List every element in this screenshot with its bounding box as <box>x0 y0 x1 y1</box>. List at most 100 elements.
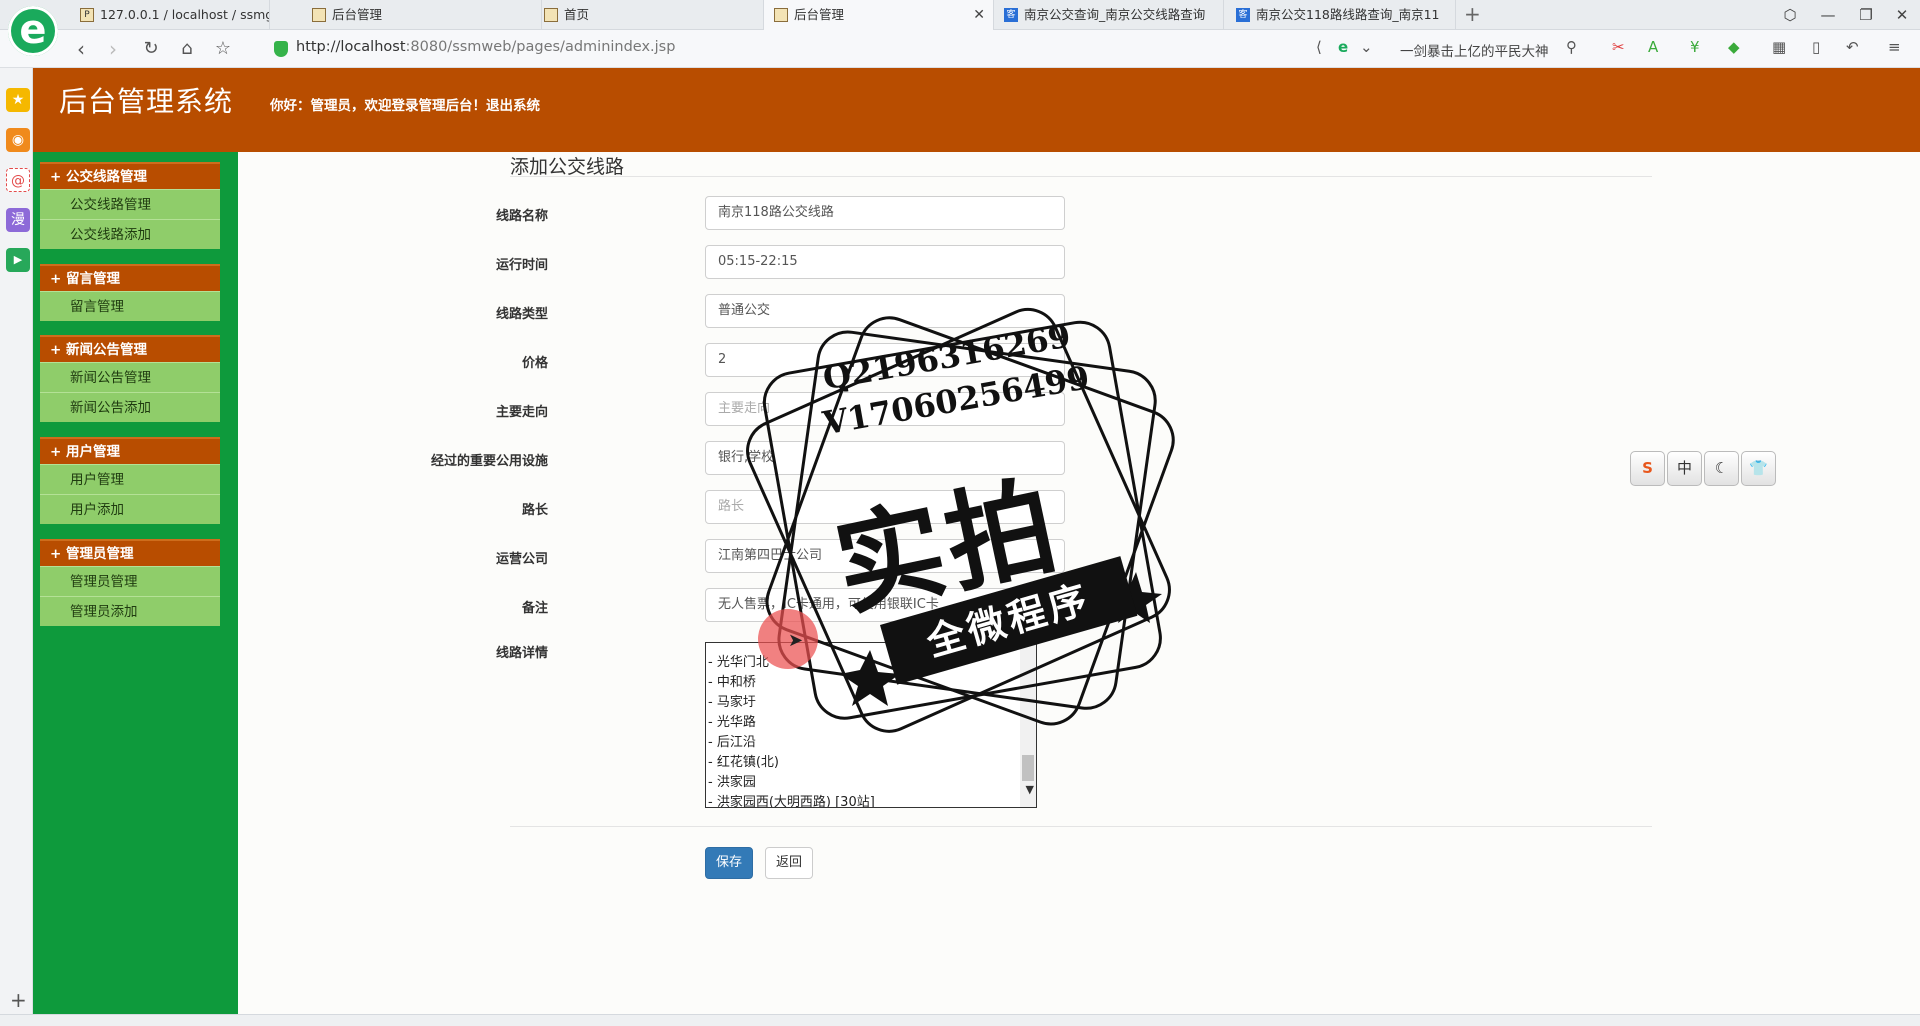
bus-icon: 客 <box>1236 8 1250 22</box>
admin-sidebar: + 公交线路管理 公交线路管理 公交线路添加 + 留言管理 留言管理 + 新闻公… <box>33 152 238 1014</box>
line-detail-textarea[interactable]: - 光华门北 - 中和桥 - 马家圩 - 光华路 - 后江沿 - 红花镇(北) … <box>705 642 1037 808</box>
refresh-icon[interactable]: ↻ <box>138 36 164 62</box>
sidebar-item[interactable]: 管理员添加 <box>40 596 220 626</box>
scrollbar[interactable]: ▼ <box>1020 643 1036 807</box>
weibo-icon[interactable]: ◉ <box>6 128 30 152</box>
ime-toolbar: S 中 ☾ 👕 <box>1630 451 1776 487</box>
menu-group-news: + 新闻公告管理 新闻公告管理 新闻公告添加 <box>40 335 220 422</box>
field-label: 路长 <box>521 503 548 518</box>
comic-icon[interactable]: 漫 <box>6 208 30 232</box>
sidebar-item[interactable]: 管理员管理 <box>40 566 220 596</box>
moon-icon[interactable]: ☾ <box>1704 451 1739 486</box>
field-label: 备注 <box>521 601 548 616</box>
back-button[interactable]: 返回 <box>765 847 814 879</box>
engine-icon[interactable]: e <box>1338 38 1348 56</box>
star-icon[interactable]: ☆ <box>210 36 236 62</box>
page-icon <box>544 8 558 22</box>
form-row: 运行时间 05:15-22:15 <box>238 245 1438 279</box>
sidebar-item[interactable]: 新闻公告管理 <box>40 362 220 392</box>
field-label: 线路类型 <box>495 307 548 322</box>
undo-icon[interactable]: ↶ <box>1846 38 1859 56</box>
field-label: 运营公司 <box>495 552 548 567</box>
new-tab-icon[interactable]: + <box>1464 0 1481 30</box>
detail-line: - 中和桥 <box>708 675 756 690</box>
sidebar-item[interactable]: 新闻公告添加 <box>40 392 220 422</box>
save-button[interactable]: 保存 <box>705 847 754 879</box>
page-icon <box>774 8 788 22</box>
sogou-icon[interactable]: S <box>1630 451 1665 486</box>
search-hint[interactable]: 一剑暴击上亿的平民大神 <box>1400 40 1549 60</box>
browser-tab[interactable]: 客 南京公交118路线路查询_南京11 <box>1226 0 1456 30</box>
menu-group-bus-lines: + 公交线路管理 公交线路管理 公交线路添加 <box>40 162 220 249</box>
form-row: 线路类型 普通公交 <box>238 294 1438 328</box>
chinese-mode-icon[interactable]: 中 <box>1667 451 1702 486</box>
page-title: 后台管理系统 <box>59 85 234 118</box>
browser-tab-bar: P 127.0.0.1 / localhost / ssmgon 后台管理 首页… <box>0 0 1920 30</box>
detail-line: - 红花镇(北) <box>708 755 779 770</box>
video-icon[interactable]: ▶ <box>6 248 30 272</box>
welcome-text[interactable]: 你好：管理员，欢迎登录管理后台！退出系统 <box>270 94 540 114</box>
mouse-cursor-icon: ➤ <box>788 630 804 651</box>
chevron-down-icon[interactable]: ▼ <box>1026 783 1034 796</box>
browser-tab[interactable]: 首页 <box>534 0 764 30</box>
detail-line: - 洪家园西(大明西路) [30站] <box>708 795 875 808</box>
sidebar-item[interactable]: 留言管理 <box>40 291 220 321</box>
close-window-icon[interactable]: ✕ <box>1882 0 1920 30</box>
field-label: 经过的重要公用设施 <box>430 454 548 469</box>
address-bar: ‹ › ↻ ⌂ ☆ http://localhost:8080/ssmweb/p… <box>0 30 1920 68</box>
share-icon[interactable]: ⟨ <box>1316 38 1322 56</box>
browser-tab[interactable]: 后台管理 <box>302 0 542 30</box>
favorites-star-icon[interactable]: ★ <box>6 88 30 112</box>
skin-icon[interactable]: 👕 <box>1741 451 1776 486</box>
menu-group-users: + 用户管理 用户管理 用户添加 <box>40 437 220 524</box>
close-icon[interactable]: ✕ <box>973 0 985 30</box>
sidebar-item[interactable]: 用户管理 <box>40 464 220 494</box>
form-title: 添加公交线路 <box>510 156 625 178</box>
status-bar <box>0 1014 1920 1026</box>
detail-line: - 后江沿 <box>708 735 756 750</box>
back-icon[interactable]: ‹ <box>68 36 94 62</box>
gamepad-icon[interactable]: ◆ <box>1728 38 1740 56</box>
field-label: 线路名称 <box>495 209 548 224</box>
apps-icon[interactable]: ▦ <box>1772 38 1786 56</box>
scrollbar-thumb[interactable] <box>1022 755 1034 781</box>
tablet-icon[interactable]: ▯ <box>1812 38 1820 56</box>
shirt-icon[interactable]: ⬡ <box>1770 0 1810 30</box>
menu-head[interactable]: + 公交线路管理 <box>40 162 220 189</box>
page-icon <box>312 8 326 22</box>
detail-line: - 洪家园 <box>708 775 756 790</box>
menu-group-admins: + 管理员管理 管理员管理 管理员添加 <box>40 539 220 626</box>
menu-icon[interactable]: ≡ <box>1888 38 1901 56</box>
mail-icon[interactable]: @ <box>6 168 30 192</box>
browser-tab-active[interactable]: 后台管理 ✕ <box>764 0 994 30</box>
line-type-input[interactable]: 普通公交 <box>705 294 1065 328</box>
add-panel-icon[interactable]: + <box>10 988 27 1012</box>
field-label: 线路详情 <box>495 646 548 661</box>
sidebar-item[interactable]: 公交线路管理 <box>40 189 220 219</box>
page-header: 后台管理系统 你好：管理员，欢迎登录管理后台！退出系统 <box>33 68 1920 152</box>
yen-shield-icon[interactable]: ¥ <box>1690 38 1700 56</box>
browser-logo-icon: e <box>8 6 58 56</box>
minimize-icon[interactable]: — <box>1808 0 1848 30</box>
menu-head[interactable]: + 留言管理 <box>40 264 220 291</box>
menu-head[interactable]: + 用户管理 <box>40 437 220 464</box>
bus-icon: 客 <box>1004 8 1018 22</box>
chevron-down-icon[interactable]: ⌄ <box>1360 38 1373 56</box>
restore-icon[interactable]: ❐ <box>1846 0 1886 30</box>
translate-icon[interactable]: A <box>1648 38 1658 56</box>
url-input[interactable]: http://localhost:8080/ssmweb/pages/admin… <box>296 39 675 55</box>
menu-head[interactable]: + 管理员管理 <box>40 539 220 566</box>
divider <box>510 826 1652 827</box>
sidebar-item[interactable]: 用户添加 <box>40 494 220 524</box>
run-time-input[interactable]: 05:15-22:15 <box>705 245 1065 279</box>
browser-tab[interactable]: 客 南京公交查询_南京公交线路查询 <box>994 0 1224 30</box>
forward-icon[interactable]: › <box>100 36 126 62</box>
line-name-input[interactable]: 南京118路公交线路 <box>705 196 1065 230</box>
browser-tab[interactable]: P 127.0.0.1 / localhost / ssmgon <box>70 0 270 30</box>
form-row: 线路名称 南京118路公交线路 <box>238 196 1438 230</box>
menu-head[interactable]: + 新闻公告管理 <box>40 335 220 362</box>
scissors-icon[interactable]: ✂ <box>1612 38 1625 56</box>
search-icon[interactable]: ⚲ <box>1566 38 1577 56</box>
home-icon[interactable]: ⌂ <box>174 36 200 62</box>
sidebar-item[interactable]: 公交线路添加 <box>40 219 220 249</box>
